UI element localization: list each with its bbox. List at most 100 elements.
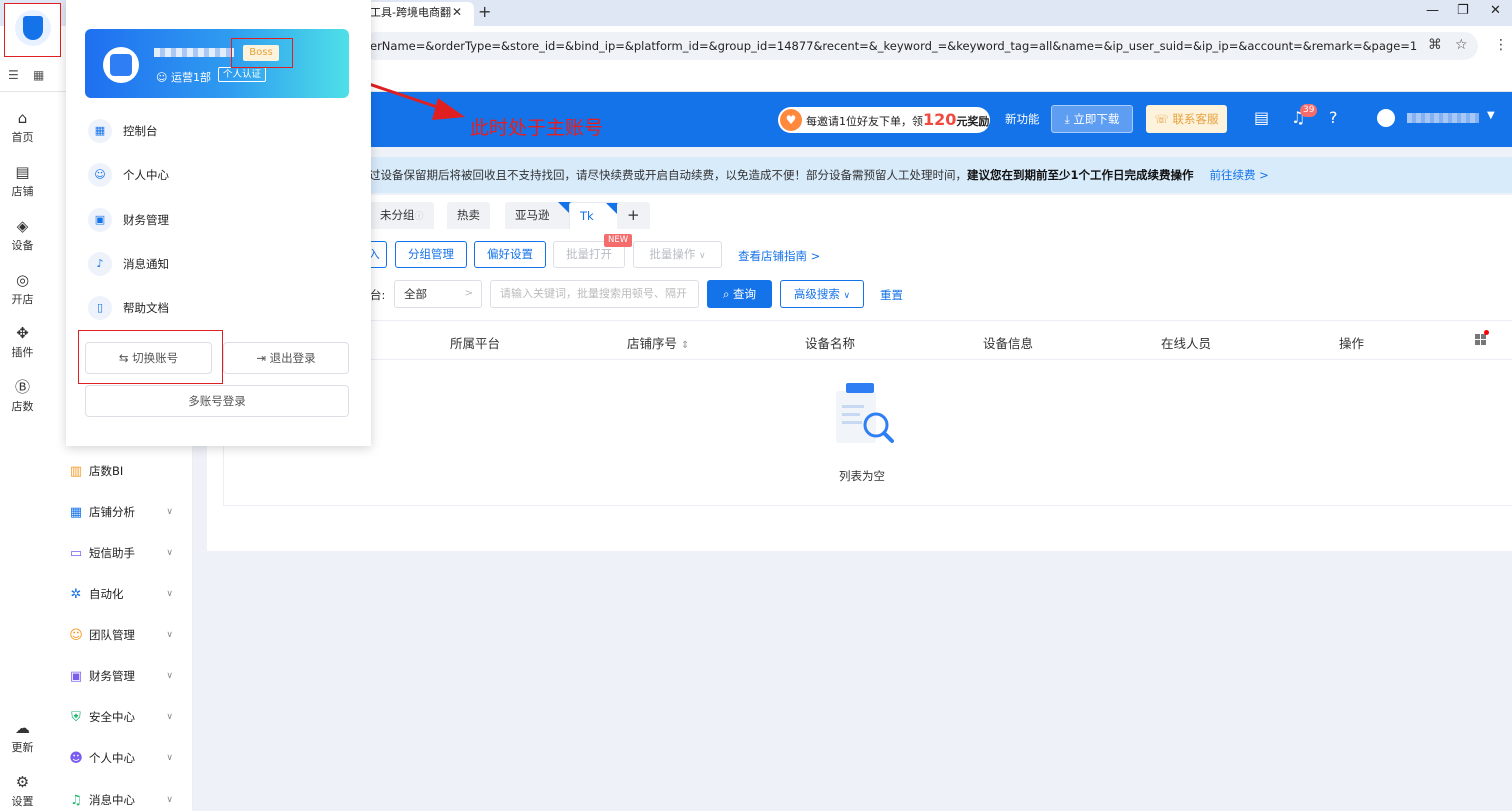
- renew-link[interactable]: 前往续费 >: [1210, 168, 1269, 182]
- document-icon[interactable]: ▤: [1254, 108, 1269, 127]
- address-bar[interactable]: erName=&orderType=&store_id=&bind_ip=&pl…: [362, 32, 1478, 60]
- app-logo-icon: [15, 10, 51, 46]
- tab-amazon[interactable]: 亚马逊: [505, 202, 572, 229]
- renewal-notice: 过设备保留期后将被回收且不支持找回，请尽快续费或开启自动续费，以免造成不便！部分…: [207, 157, 1512, 193]
- query-button[interactable]: ⌕ 查询: [707, 280, 772, 308]
- menu-item-profile[interactable]: ☺ 个人中心: [85, 160, 349, 190]
- sidebar-collapse-icon[interactable]: ☰: [8, 68, 19, 82]
- chevron-down-icon: ∨: [166, 548, 173, 558]
- restore-icon[interactable]: ❐: [1457, 3, 1469, 18]
- rail-label: 首页: [11, 131, 34, 144]
- download-button[interactable]: ⤓ 立即下载: [1051, 105, 1133, 133]
- rail-item-open-store[interactable]: ◎ 开店: [0, 270, 45, 307]
- tab-close-icon[interactable]: ✕: [452, 2, 462, 22]
- menu-item-finance[interactable]: ▣ 财务管理: [85, 205, 349, 235]
- chevron-down-icon: ∨: [166, 630, 173, 640]
- advanced-search-button[interactable]: 高级搜索 ∨: [780, 280, 864, 308]
- rail-item-device[interactable]: ◈ 设备: [0, 216, 45, 253]
- sidebar-item-bi[interactable]: ▥ 店数BI: [67, 460, 187, 482]
- rail-item-bi[interactable]: Ⓑ 店数: [0, 377, 45, 414]
- chevron-right-icon: >: [464, 288, 473, 299]
- keyword-input[interactable]: 请输入关键词，批量搜索用顿号、隔开: [490, 280, 699, 308]
- group-manage-button[interactable]: 分组管理: [395, 241, 467, 268]
- tab-label: Tk: [580, 209, 594, 223]
- tab-hot[interactable]: 热卖: [447, 202, 490, 229]
- caret-down-icon[interactable]: ▼: [1487, 110, 1495, 121]
- app-logo-box[interactable]: [4, 3, 61, 57]
- store-icon: ▤: [15, 163, 30, 181]
- user-icon: ☺: [88, 163, 112, 187]
- layers-icon: ◈: [16, 217, 29, 235]
- notification-badge: 39: [1300, 104, 1318, 117]
- chevron-down-icon: ∨: [166, 753, 173, 763]
- sidebar-item-messages[interactable]: ♫ 消息中心 ∨: [67, 789, 187, 811]
- reset-link[interactable]: 重置: [880, 287, 903, 303]
- rail-item-plugin[interactable]: ✥ 插件: [0, 323, 45, 360]
- avatar: [103, 47, 139, 83]
- avatar[interactable]: [1377, 109, 1395, 127]
- menu-item-notifications[interactable]: ♪ 消息通知: [85, 249, 349, 279]
- tab-tk[interactable]: Tk: [569, 202, 621, 229]
- wallet-icon: ▣: [88, 208, 112, 232]
- column-settings-icon[interactable]: [1475, 334, 1487, 346]
- rail-item-update[interactable]: ☁ 更新: [0, 718, 45, 755]
- platform-select[interactable]: 全部 >: [394, 280, 482, 308]
- home-icon: ⌂: [17, 109, 28, 127]
- apps-grid-icon[interactable]: ▦: [33, 68, 44, 82]
- tab-ungrouped[interactable]: 未分组ⓘ: [370, 202, 434, 229]
- new-feature-link[interactable]: 新功能: [1005, 111, 1040, 127]
- add-tab-button[interactable]: +: [617, 202, 650, 229]
- sidebar-item-label: 店铺分析: [89, 505, 135, 519]
- preference-button[interactable]: 偏好设置: [474, 241, 546, 268]
- rail-item-home[interactable]: ⌂ 首页: [0, 108, 45, 145]
- col-store-index[interactable]: 店铺序号 ⇕: [627, 333, 689, 352]
- window-close-icon[interactable]: ✕: [1490, 3, 1501, 18]
- sidebar-item-automation[interactable]: ✲ 自动化 ∨: [67, 583, 187, 605]
- gear-icon: ⚙: [15, 773, 30, 791]
- wallet-icon: ▣: [69, 669, 83, 684]
- menu-item-console[interactable]: ▦ 控制台: [85, 116, 349, 146]
- new-tab-icon[interactable]: +: [478, 1, 491, 23]
- empty-list-icon: [836, 383, 894, 443]
- rail-label: 设置: [11, 795, 34, 808]
- notice-text: 过设备保留期后将被回收且不支持找回，请尽快续费或开启自动续费，以免造成不便！部分…: [369, 168, 967, 182]
- sidebar-item-team[interactable]: ☺ 团队管理 ∨: [67, 624, 187, 646]
- menu-item-help[interactable]: ▯ 帮助文档: [85, 293, 349, 323]
- sidebar-item-sms[interactable]: ▭ 短信助手 ∨: [67, 542, 187, 564]
- logout-button[interactable]: ⇥ 退出登录: [223, 342, 349, 374]
- menu-item-label: 财务管理: [123, 213, 169, 227]
- translate-icon[interactable]: ⌘: [1428, 37, 1442, 53]
- invite-promo[interactable]: ♥ 每邀请1位好友下单，领120元奖励: [778, 107, 990, 133]
- batch-op-label: 批量操作: [649, 247, 696, 261]
- rail-item-settings[interactable]: ⚙ 设置: [0, 772, 45, 809]
- store-guide-link[interactable]: 查看店铺指南 >: [738, 248, 820, 264]
- cloud-update-icon: ☁: [15, 719, 30, 737]
- chevron-down-icon: ∨: [166, 795, 173, 805]
- sidebar-item-profile[interactable]: ☻ 个人中心 ∨: [67, 747, 187, 769]
- star-icon[interactable]: ☆: [1455, 37, 1468, 53]
- user-name-blurred[interactable]: [1407, 113, 1479, 123]
- sidebar-item-finance[interactable]: ▣ 财务管理 ∨: [67, 665, 187, 687]
- notice-bold: 建议您在到期前至少1个工作日完成续费操作: [967, 168, 1194, 182]
- chevron-down-icon: ∨: [843, 291, 851, 301]
- promo-text-end: 元奖励: [956, 115, 990, 128]
- sidebar-item-label: 个人中心: [89, 751, 135, 765]
- sidebar-item-label: 消息中心: [89, 793, 135, 807]
- contact-support-button[interactable]: ☏ 联系客服: [1146, 105, 1227, 133]
- minimize-icon[interactable]: —: [1426, 3, 1439, 18]
- sidebar-item-security[interactable]: ⛨ 安全中心 ∨: [67, 706, 187, 728]
- rail-label: 店数: [11, 400, 34, 413]
- verify-badge[interactable]: 个人认证: [218, 67, 267, 82]
- sidebar-item-store-analysis[interactable]: ▦ 店铺分析 ∨: [67, 501, 187, 523]
- red-dot: [1484, 330, 1489, 335]
- store-table: 所属平台 店铺序号 ⇕ 设备名称 设备信息 在线人员 操作 列表为空: [223, 320, 1512, 506]
- promo-amount: 120: [923, 110, 957, 129]
- batch-operation-button[interactable]: 批量操作 ∨: [633, 241, 722, 268]
- more-menu-icon[interactable]: ⋮: [1494, 37, 1508, 53]
- help-icon[interactable]: ?: [1329, 108, 1338, 127]
- rail-item-store[interactable]: ▤ 店铺: [0, 162, 45, 199]
- rail-label: 设备: [11, 239, 34, 252]
- sidebar-item-label: 财务管理: [89, 669, 135, 683]
- headset-icon: ☏: [1154, 112, 1173, 126]
- multi-account-login-button[interactable]: 多账号登录: [85, 385, 349, 417]
